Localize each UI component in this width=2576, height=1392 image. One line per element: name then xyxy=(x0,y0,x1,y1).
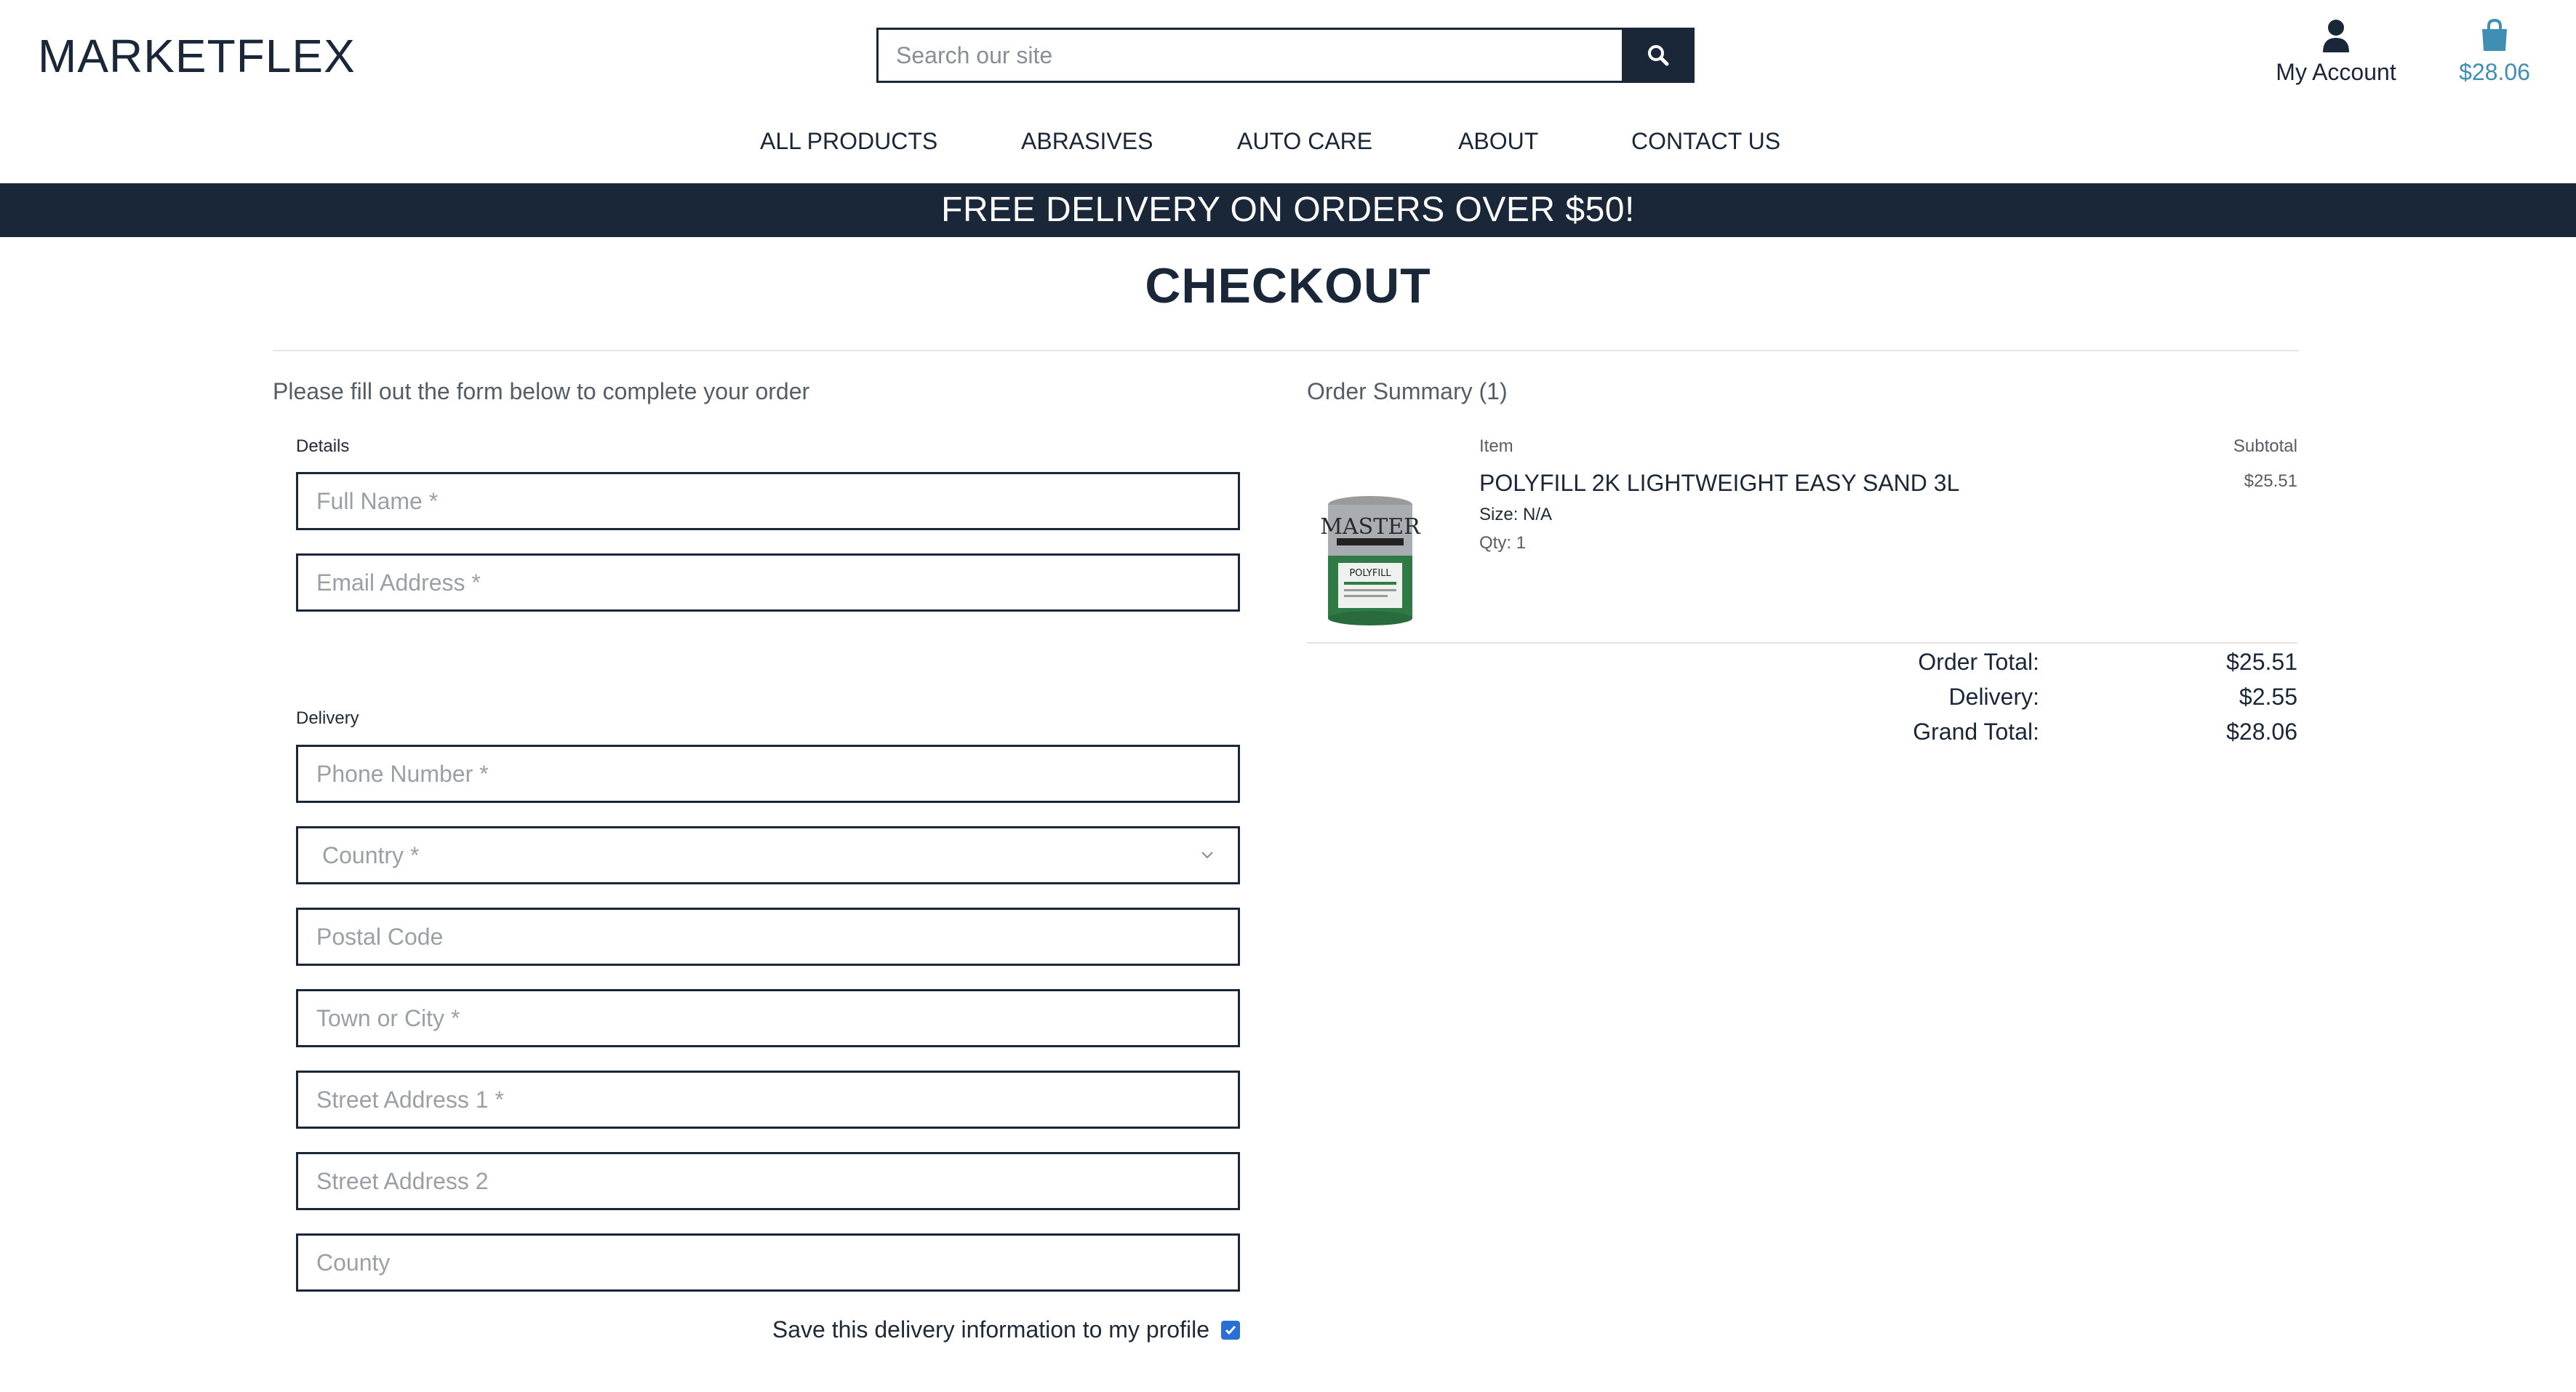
search-icon xyxy=(1648,45,1669,66)
nav-contact-us[interactable]: CONTACT US xyxy=(1631,128,1780,155)
product-subtotal: $25.51 xyxy=(2244,471,2297,491)
product-image[interactable]: MASTER POLYFILL xyxy=(1318,493,1423,627)
delivery-legend: Delivery xyxy=(296,708,359,728)
country-select[interactable]: Country * xyxy=(296,826,1240,884)
order-total-label: Order Total: xyxy=(1918,649,2039,675)
save-info-checkbox[interactable] xyxy=(1221,1320,1240,1340)
order-summary-title: Order Summary (1) xyxy=(1307,378,1508,404)
can-brand: MASTER xyxy=(1320,514,1421,540)
shopping-bag-link[interactable]: $28.06 xyxy=(2451,18,2538,86)
search-input[interactable] xyxy=(876,28,1622,83)
phone-field[interactable] xyxy=(296,745,1240,803)
full-name-field[interactable] xyxy=(296,472,1240,530)
free-delivery-banner: FREE DELIVERY ON ORDERS OVER $50! xyxy=(0,183,2576,237)
email-field[interactable] xyxy=(296,553,1240,612)
search-bar xyxy=(876,28,1695,83)
details-legend: Details xyxy=(296,436,350,456)
grand-total-value: $28.06 xyxy=(2226,719,2297,745)
save-info-row: Save this delivery information to my pro… xyxy=(772,1316,1240,1343)
save-info-label: Save this delivery information to my pro… xyxy=(772,1316,1209,1343)
grand-total-label: Grand Total: xyxy=(1913,719,2039,745)
town-city-field[interactable] xyxy=(296,989,1240,1047)
product-size: Size: N/A xyxy=(1479,505,1553,524)
street-address-2-field[interactable] xyxy=(296,1152,1240,1210)
subtotal-column-header: Subtotal xyxy=(2233,436,2297,456)
product-qty: Qty: 1 xyxy=(1479,533,1527,553)
form-intro: Please fill out the form below to comple… xyxy=(273,378,810,404)
county-field[interactable] xyxy=(296,1233,1240,1292)
user-icon xyxy=(2323,20,2349,52)
nav-about[interactable]: ABOUT xyxy=(1458,128,1538,155)
nav-abrasives[interactable]: ABRASIVES xyxy=(1021,128,1153,155)
site-logo[interactable]: MARKETFLEX xyxy=(38,29,356,83)
chevron-down-icon xyxy=(1201,852,1213,859)
country-select-value: Country * xyxy=(322,841,420,868)
bag-total: $28.06 xyxy=(2459,59,2530,85)
my-account-link[interactable]: My Account xyxy=(2271,19,2401,86)
search-button[interactable] xyxy=(1622,28,1695,83)
delivery-cost-value: $2.55 xyxy=(2239,684,2297,710)
order-total-value: $25.51 xyxy=(2226,649,2297,675)
checkmark-icon xyxy=(1225,1325,1236,1335)
my-account-label: My Account xyxy=(2276,59,2396,85)
shopping-bag-icon xyxy=(2482,18,2507,51)
product-name[interactable]: POLYFILL 2K LIGHTWEIGHT EASY SAND 3L xyxy=(1479,470,1959,497)
postal-code-field[interactable] xyxy=(296,908,1240,966)
nav-auto-care[interactable]: AUTO CARE xyxy=(1237,128,1372,155)
item-column-header: Item xyxy=(1479,436,1513,456)
nav-all-products[interactable]: ALL PRODUCTS xyxy=(760,128,937,155)
street-address-1-field[interactable] xyxy=(296,1071,1240,1129)
page-title: CHECKOUT xyxy=(1145,258,1431,313)
divider xyxy=(273,350,2299,351)
delivery-cost-label: Delivery: xyxy=(1948,684,2039,710)
can-label: POLYFILL xyxy=(1349,568,1391,579)
summary-divider xyxy=(1307,642,2297,644)
